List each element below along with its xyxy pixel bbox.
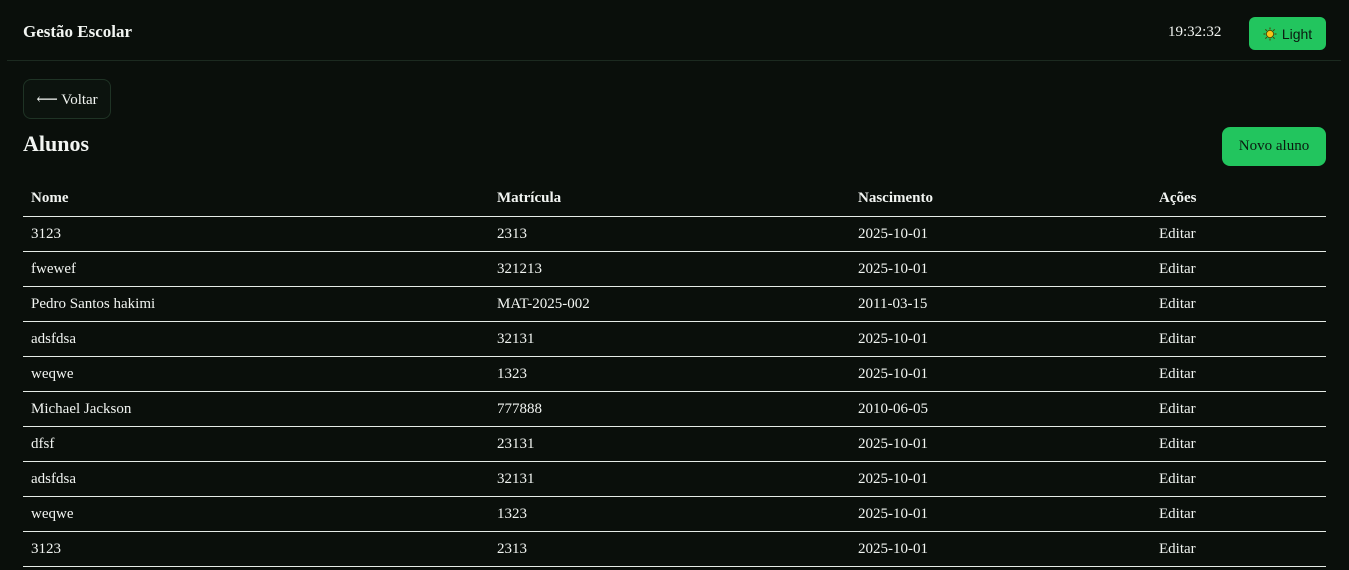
cell-nascimento: 2011-03-15 [850,286,1151,322]
edit-link[interactable]: Editar [1159,366,1196,382]
table-row: fwewef 321213 2025-10-01 Editar [23,251,1326,287]
cell-nascimento: 2025-10-01 [850,461,1151,497]
table-row: 3123 2313 2025-10-01 Editar [23,531,1326,567]
table-row: Michael Jackson 777888 2010-06-05 Editar [23,391,1326,427]
cell-matricula: 2313 [489,531,850,567]
cell-matricula: 321213 [489,251,850,287]
edit-link[interactable]: Editar [1159,541,1196,557]
table-row: weqwe 1323 2025-10-01 Editar [23,496,1326,532]
cell-matricula: 32131 [489,461,850,497]
page-title: Alunos [23,131,90,156]
cell-matricula: 1323 [489,356,850,392]
cell-nome: fwewef [23,251,489,287]
edit-link[interactable]: Editar [1159,506,1196,522]
cell-nascimento: 2025-10-01 [850,216,1151,252]
cell-matricula: 777888 [489,391,850,427]
new-student-button[interactable]: Novo aluno [1222,127,1326,166]
edit-link[interactable]: Editar [1159,296,1196,312]
cell-nascimento: 2025-10-01 [850,321,1151,357]
cell-nascimento: 2025-10-01 [850,531,1151,567]
table-row: weqwe 1323 2025-10-01 Editar [23,356,1326,392]
cell-nome: Michael Jackson [23,391,489,427]
sun-icon [1263,27,1277,41]
cell-nome: weqwe [23,356,489,392]
column-header-matricula: Matrícula [489,181,850,217]
table-header-row: Nome Matrícula Nascimento Ações [23,181,1326,217]
edit-link[interactable]: Editar [1159,471,1196,487]
clock: 19:32:32 [1168,24,1222,40]
table-row: dfsf 23131 2025-10-01 Editar [23,426,1326,462]
edit-link[interactable]: Editar [1159,226,1196,242]
cell-matricula: 32131 [489,321,850,357]
cell-nome: Pedro Santos hakimi [23,286,489,322]
cell-nome: adsfdsa [23,461,489,497]
theme-toggle-label: Light [1281,25,1313,42]
edit-link[interactable]: Editar [1159,331,1196,347]
cell-matricula: MAT-2025-002 [489,286,850,322]
cell-matricula: 2313 [489,216,850,252]
cell-nome: 3123 [23,216,489,252]
cell-nascimento: 2025-10-01 [850,426,1151,462]
students-table: Nome Matrícula Nascimento Ações 3123 231… [23,181,1326,567]
cell-nascimento: 2025-10-01 [850,496,1151,532]
back-button[interactable]: ⟵ Voltar [23,79,111,119]
column-header-nascimento: Nascimento [850,181,1151,217]
theme-toggle-button[interactable]: Light [1249,17,1326,50]
edit-link[interactable]: Editar [1159,401,1196,417]
cell-nome: dfsf [23,426,489,462]
table-row: Pedro Santos hakimi MAT-2025-002 2011-03… [23,286,1326,322]
cell-nome: adsfdsa [23,321,489,357]
edit-link[interactable]: Editar [1159,436,1196,452]
table-row: adsfdsa 32131 2025-10-01 Editar [23,321,1326,357]
table-row: 3123 2313 2025-10-01 Editar [23,216,1326,252]
table-row: adsfdsa 32131 2025-10-01 Editar [23,461,1326,497]
cell-nome: 3123 [23,531,489,567]
cell-nascimento: 2025-10-01 [850,356,1151,392]
top-bar: Gestão Escolar 19:32:32 Light [7,0,1341,61]
cell-matricula: 23131 [489,426,850,462]
cell-nascimento: 2025-10-01 [850,251,1151,287]
cell-nome: weqwe [23,496,489,532]
column-header-nome: Nome [23,181,489,217]
column-header-acoes: Ações [1151,181,1326,217]
app-title: Gestão Escolar [23,22,133,41]
cell-matricula: 1323 [489,496,850,532]
edit-link[interactable]: Editar [1159,261,1196,277]
cell-nascimento: 2010-06-05 [850,391,1151,427]
